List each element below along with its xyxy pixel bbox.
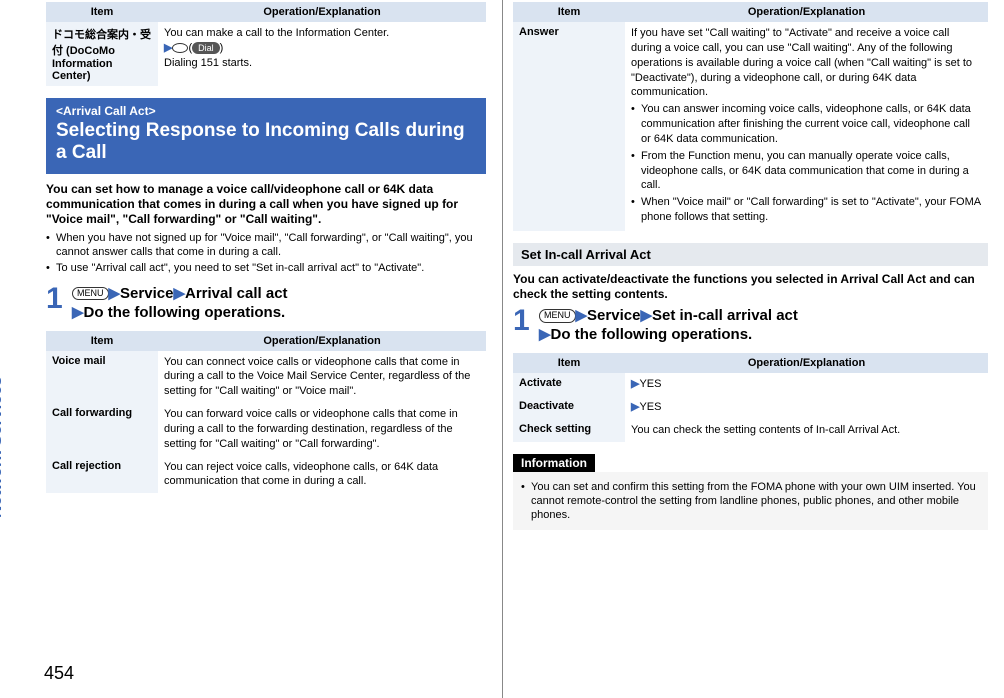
answer-table: Item Operation/Explanation Answer If you…	[513, 2, 988, 231]
table-row: Call forwardingYou can forward voice cal…	[46, 403, 486, 456]
side-tab-label: Network Services	[0, 376, 6, 518]
col-header-item: Item	[46, 2, 158, 22]
col-header-item: Item	[513, 353, 625, 373]
dial-softkey-icon: Dial	[192, 42, 220, 54]
item-name: Answer	[513, 22, 625, 231]
bullet-item: From the Function menu, you can manually…	[631, 149, 982, 194]
table-row: Answer If you have set "Call waiting" to…	[513, 22, 988, 231]
section-title: Selecting Response to Incoming Calls dur…	[56, 120, 476, 164]
sub-heading: Set In-call Arrival Act	[513, 243, 988, 266]
section-tag: <Arrival Call Act>	[56, 104, 476, 118]
info-center-table: Item Operation/Explanation ドコモ総合案内・受付 (D…	[46, 2, 486, 86]
notes-list: When you have not signed up for "Voice m…	[46, 231, 486, 276]
information-box: Information You can set and confirm this…	[513, 454, 988, 531]
step: 1 MENU▶Service▶Arrival call act ▶Do the …	[46, 284, 486, 323]
left-column: Item Operation/Explanation ドコモ総合案内・受付 (D…	[0, 0, 502, 698]
lead-paragraph: You can activate/deactivate the function…	[513, 272, 988, 302]
step-body: MENU▶Service▶Set in-call arrival act ▶Do…	[539, 306, 798, 345]
note-item: To use "Arrival call act", you need to s…	[46, 261, 486, 275]
menu-key-icon: MENU	[72, 287, 109, 301]
item-desc: If you have set "Call waiting" to "Activ…	[625, 22, 988, 231]
dial-center-key-icon	[172, 43, 188, 53]
col-header-op: Operation/Explanation	[625, 353, 988, 373]
features-table: Item Operation/Explanation Voice mailYou…	[46, 331, 486, 494]
item-name: ドコモ総合案内・受付 (DoCoMo Information Center)	[46, 22, 158, 86]
col-header-op: Operation/Explanation	[625, 2, 988, 22]
col-header-op: Operation/Explanation	[158, 2, 486, 22]
table-row: Voice mailYou can connect voice calls or…	[46, 351, 486, 404]
menu-key-icon: MENU	[539, 309, 576, 323]
col-header-op: Operation/Explanation	[158, 331, 486, 351]
step-number: 1	[46, 284, 66, 314]
information-label: Information	[513, 454, 595, 472]
side-tab: Network Services	[0, 0, 34, 698]
table-row: Activate▶YES	[513, 373, 988, 396]
info-item: You can set and confirm this setting fro…	[521, 480, 980, 523]
ops-table: Item Operation/Explanation Activate▶YES …	[513, 353, 988, 442]
col-header-item: Item	[513, 2, 625, 22]
section-header: <Arrival Call Act> Selecting Response to…	[46, 98, 486, 174]
item-desc: You can make a call to the Information C…	[158, 22, 486, 86]
table-row: Deactivate▶YES	[513, 396, 988, 419]
step: 1 MENU▶Service▶Set in-call arrival act ▶…	[513, 306, 988, 345]
lead-paragraph: You can set how to manage a voice call/v…	[46, 182, 486, 227]
bullet-item: You can answer incoming voice calls, vid…	[631, 102, 982, 147]
right-column: Item Operation/Explanation Answer If you…	[502, 0, 1004, 698]
step-number: 1	[513, 306, 533, 336]
table-row: Call rejectionYou can reject voice calls…	[46, 456, 486, 494]
col-header-item: Item	[46, 331, 158, 351]
information-body: You can set and confirm this setting fro…	[513, 472, 988, 531]
table-row: Check settingYou can check the setting c…	[513, 419, 988, 442]
table-row: ドコモ総合案内・受付 (DoCoMo Information Center) Y…	[46, 22, 486, 86]
bullet-item: When "Voice mail" or "Call forwarding" i…	[631, 195, 982, 225]
page-number: 454	[44, 663, 74, 684]
note-item: When you have not signed up for "Voice m…	[46, 231, 486, 260]
step-body: MENU▶Service▶Arrival call act ▶Do the fo…	[72, 284, 288, 323]
